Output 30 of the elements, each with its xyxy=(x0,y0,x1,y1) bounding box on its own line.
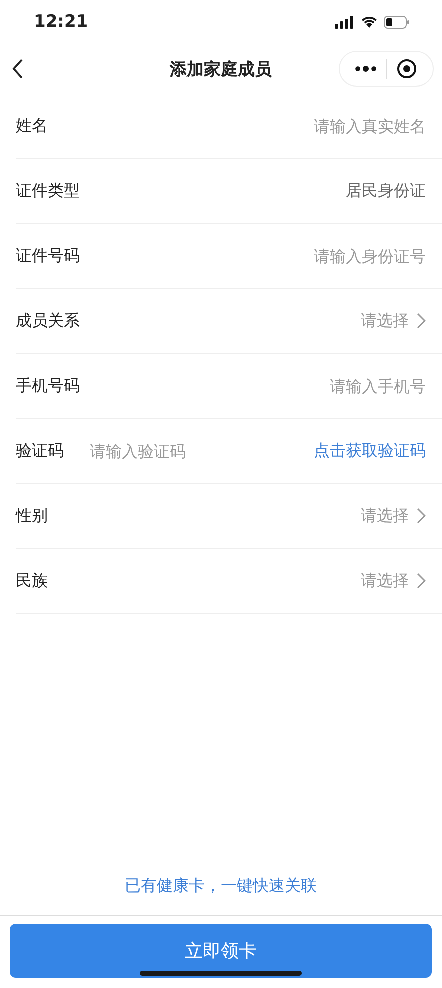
input-field[interactable]: 请输入验证码 xyxy=(90,442,304,460)
chevron-icon xyxy=(417,313,426,329)
chevron-icon xyxy=(417,573,426,589)
battery-icon xyxy=(384,16,410,28)
chevron-icon xyxy=(417,508,426,524)
field-value[interactable]: 居民身份证 xyxy=(346,180,426,202)
field-label: 证件号码 xyxy=(16,246,80,266)
field-label: 手机号码 xyxy=(16,376,80,396)
more-icon xyxy=(355,66,377,72)
link-card-link[interactable]: 已有健康卡，一键快速关联 xyxy=(119,870,323,903)
claim-card-button[interactable]: 立即领卡 xyxy=(10,924,432,978)
input-field[interactable]: 请输入身份证号 xyxy=(90,246,426,266)
back-icon xyxy=(12,59,24,79)
select-field[interactable]: 请选择 xyxy=(361,570,426,592)
field-label: 民族 xyxy=(16,570,49,592)
field-label: 性别 xyxy=(16,506,49,526)
field-label: 姓名 xyxy=(16,116,49,136)
field-label: 验证码 xyxy=(16,440,65,462)
wifi-icon xyxy=(361,16,378,28)
page-title: 添加家庭成员 xyxy=(170,58,272,80)
signal-icon xyxy=(335,16,355,28)
field-label: 证件类型 xyxy=(16,180,80,202)
input-field[interactable]: 请输入真实姓名 xyxy=(90,116,426,136)
field-label: 成员关系 xyxy=(16,310,80,332)
target-icon xyxy=(397,59,417,79)
status-time: 12:21 xyxy=(34,12,88,32)
input-field[interactable]: 请输入手机号 xyxy=(90,376,426,396)
select-field[interactable]: 请选择 xyxy=(361,506,426,526)
get-code-link[interactable]: 点击获取验证码 xyxy=(314,440,426,462)
select-field[interactable]: 请选择 xyxy=(361,310,426,332)
